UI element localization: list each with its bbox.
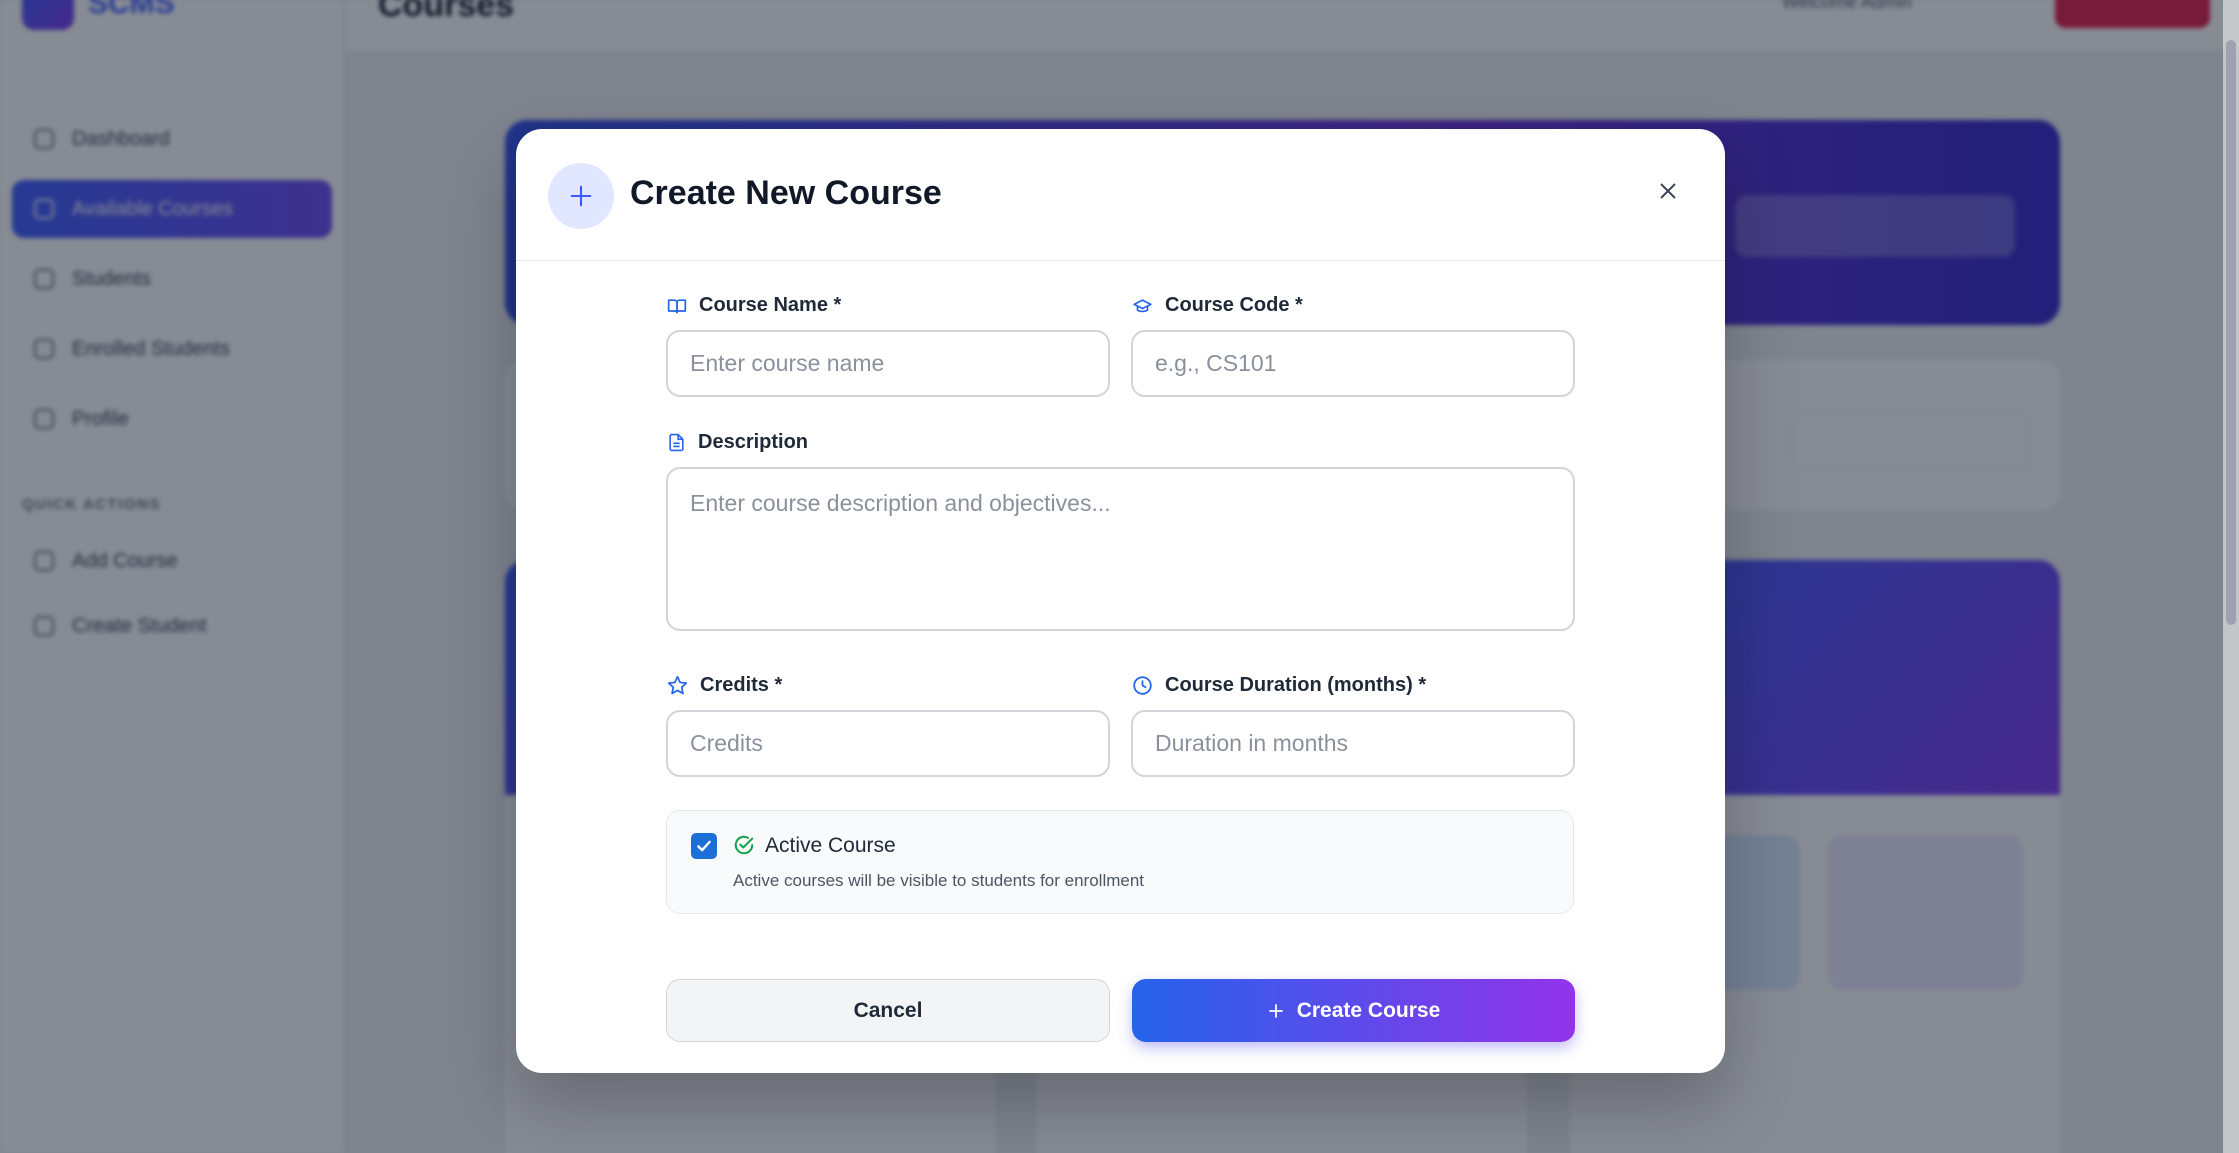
description-label-text: Description (698, 431, 809, 453)
course-name-input[interactable] (666, 330, 1110, 397)
active-course-label[interactable]: Active Course (765, 834, 896, 858)
check-circle-icon (734, 835, 754, 855)
page-scrollbar[interactable] (2223, 0, 2239, 1153)
credits-label: Credits * (667, 674, 782, 697)
check-icon (697, 840, 711, 852)
duration-input[interactable] (1131, 710, 1575, 777)
create-course-modal: Create New Course Course Name * Course C… (516, 129, 1725, 1073)
close-icon[interactable] (1653, 176, 1683, 206)
clock-icon (1133, 676, 1152, 695)
file-text-icon (669, 433, 684, 452)
description-textarea[interactable] (666, 467, 1575, 631)
active-course-box: Active Course Active courses will be vis… (666, 810, 1574, 914)
course-code-label: Course Code * (1132, 294, 1303, 317)
credits-input[interactable] (666, 710, 1110, 777)
course-name-label: Course Name * (667, 294, 841, 317)
active-course-help: Active courses will be visible to studen… (733, 871, 1145, 890)
plus-icon (548, 163, 614, 229)
duration-label: Course Duration (months) * (1132, 674, 1426, 697)
create-course-button[interactable]: Create Course (1132, 979, 1575, 1042)
modal-title: Create New Course (630, 174, 942, 212)
credits-label-text: Credits * (700, 674, 783, 696)
course-name-label-text: Course Name * (699, 294, 842, 316)
course-code-label-text: Course Code * (1165, 294, 1303, 316)
cancel-button[interactable]: Cancel (666, 979, 1110, 1042)
plus-icon (1268, 1003, 1283, 1018)
course-code-input[interactable] (1131, 330, 1575, 397)
modal-header: Create New Course (516, 129, 1725, 261)
star-icon (667, 675, 688, 695)
duration-label-text: Course Duration (months) * (1165, 674, 1427, 696)
description-label: Description (667, 431, 808, 454)
active-course-checkbox[interactable] (691, 833, 717, 859)
scrollbar-thumb[interactable] (2226, 40, 2236, 625)
graduation-cap-icon (1133, 298, 1152, 312)
book-open-icon (667, 298, 687, 313)
create-course-label: Create Course (1296, 998, 1441, 1022)
